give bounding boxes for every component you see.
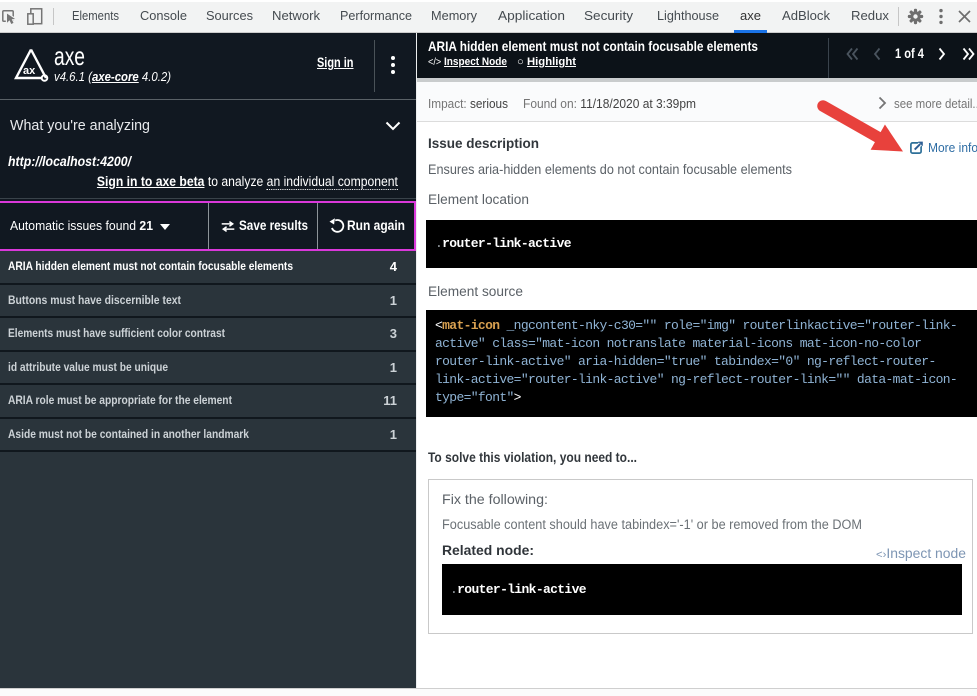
svg-text:ax: ax <box>23 65 36 77</box>
